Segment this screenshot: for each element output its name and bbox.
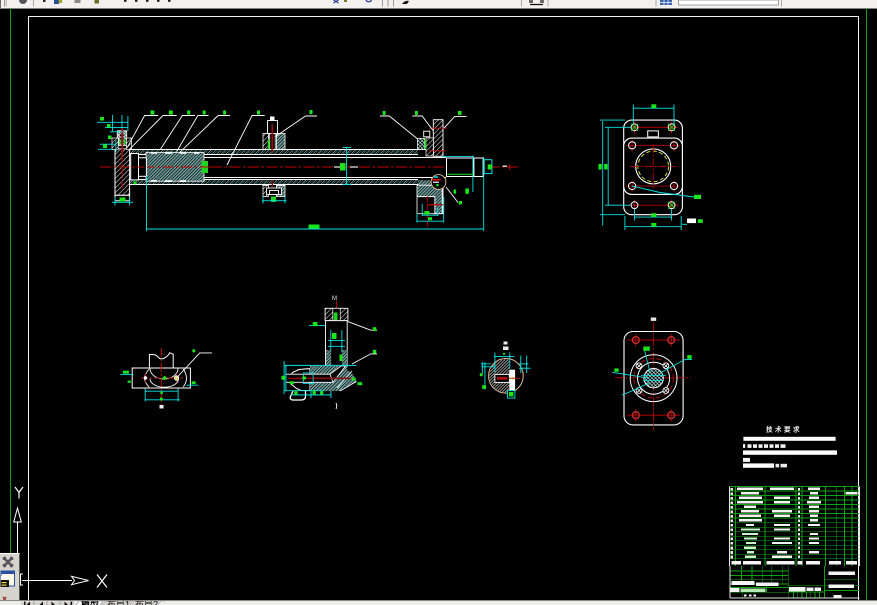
svg-text:模型: 模型 bbox=[81, 601, 99, 605]
svg-text:布局1: 布局1 bbox=[107, 601, 130, 605]
svg-text:技术要求: 技术要求 bbox=[766, 425, 802, 434]
svg-text:布局2: 布局2 bbox=[135, 601, 158, 605]
